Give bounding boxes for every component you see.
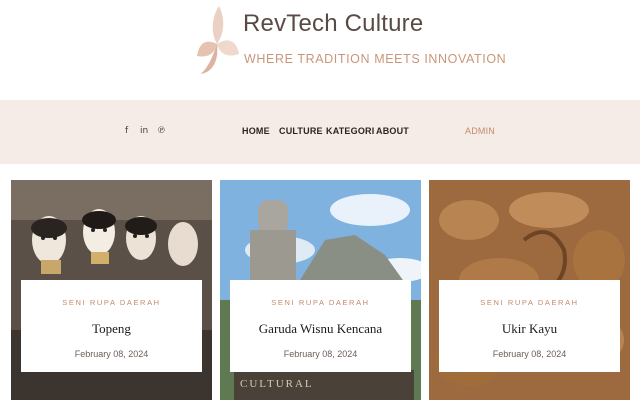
nav-culture-link[interactable]: CULTURE [279, 126, 323, 136]
nav-kategori-link[interactable]: KATEGORI [326, 126, 374, 136]
card-info-box: SENI RUPA DAERAH Garuda Wisnu Kencana Fe… [230, 280, 411, 372]
brand-title[interactable]: RevTech Culture [243, 10, 423, 38]
linkedin-icon[interactable]: in [140, 126, 148, 136]
card-title[interactable]: Topeng [21, 321, 202, 337]
nav-about-link[interactable]: ABOUT [376, 126, 409, 136]
card-category[interactable]: SENI RUPA DAERAH [230, 298, 411, 307]
nav-admin-link[interactable]: ADMIN [465, 126, 495, 136]
pinterest-icon[interactable]: ℗ [157, 126, 166, 136]
brand-tagline: WHERE TRADITION MEETS INNOVATION [244, 52, 507, 66]
main-navbar: f in ℗ HOME CULTURE KATEGORI ABOUT ADMIN [0, 100, 640, 164]
card-date: February 08, 2024 [74, 349, 149, 359]
card-category[interactable]: SENI RUPA DAERAH [439, 298, 620, 307]
post-card-ukir-kayu[interactable]: SENI RUPA DAERAH Ukir Kayu February 08, … [429, 180, 630, 400]
card-date: February 08, 2024 [492, 349, 567, 359]
facebook-icon[interactable]: f [125, 126, 128, 136]
card-info-box: SENI RUPA DAERAH Ukir Kayu February 08, … [439, 280, 620, 372]
card-title[interactable]: Ukir Kayu [439, 321, 620, 337]
nav-home-link[interactable]: HOME [242, 126, 270, 136]
site-header: RevTech Culture WHERE TRADITION MEETS IN… [0, 0, 640, 100]
card-info-box: SENI RUPA DAERAH Topeng February 08, 202… [21, 280, 202, 372]
post-card-gwk[interactable]: CULTURAL SENI RUPA DAERAH Garuda Wisnu K… [220, 180, 421, 400]
lotus-logo-icon[interactable] [195, 4, 239, 76]
card-category[interactable]: SENI RUPA DAERAH [21, 298, 202, 307]
card-date: February 08, 2024 [283, 349, 358, 359]
post-card-topeng[interactable]: SENI RUPA DAERAH Topeng February 08, 202… [11, 180, 212, 400]
card-title[interactable]: Garuda Wisnu Kencana [230, 321, 411, 337]
svg-text:CULTURAL: CULTURAL [240, 378, 314, 390]
